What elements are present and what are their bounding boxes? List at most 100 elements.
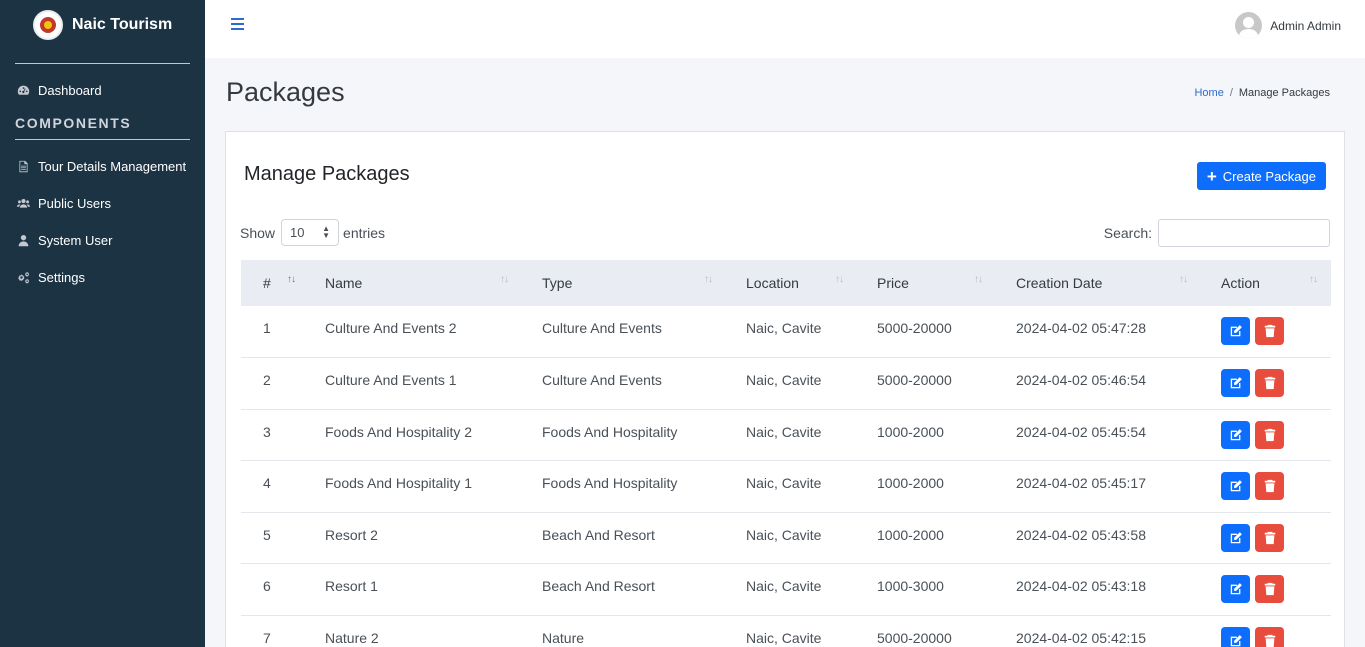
column-header-number[interactable]: # ↑↓	[241, 260, 305, 306]
trash-icon	[1263, 531, 1277, 545]
cell-location: Naic, Cavite	[726, 357, 857, 410]
edit-button[interactable]	[1221, 523, 1250, 552]
cell-type: Foods And Hospitality	[522, 409, 726, 461]
delete-button[interactable]	[1255, 317, 1284, 345]
cell-number: 1	[241, 306, 305, 358]
user-icon	[16, 234, 30, 248]
search-input[interactable]	[1158, 219, 1330, 247]
table-row: 3 Foods And Hospitality 2 Foods And Hospit…	[241, 409, 1331, 461]
edit-icon	[1229, 324, 1243, 338]
cell-action	[1201, 563, 1331, 616]
trash-icon	[1263, 634, 1277, 647]
entries-value: 10	[290, 225, 305, 240]
delete-button[interactable]	[1255, 472, 1284, 500]
cell-number: 7	[241, 615, 305, 647]
cell-location: Naic, Cavite	[726, 512, 857, 564]
cell-creation-date: 2024-04-02 05:43:18	[996, 563, 1201, 616]
table-header-row: # ↑↓ Name ↑↓ Type ↑↓ Location ↑↓ Price ↑↓ Cre…	[241, 260, 1331, 306]
sidebar-section-header: COMPONENTS	[15, 115, 132, 131]
create-package-label: Create Package	[1222, 168, 1316, 184]
sidebar-item-settings[interactable]: Settings	[0, 259, 205, 296]
column-header-location[interactable]: Location ↑↓	[726, 260, 857, 306]
cell-creation-date: 2024-04-02 05:43:58	[996, 512, 1201, 564]
entries-select[interactable]: 10 ▲ ▼	[281, 219, 340, 246]
delete-button[interactable]	[1255, 420, 1284, 449]
cell-action	[1201, 357, 1331, 410]
edit-button[interactable]	[1221, 369, 1250, 397]
brand[interactable]: Naic Tourism	[0, 0, 205, 50]
page-title: Packages	[226, 77, 345, 107]
sidebar-item-label: System User	[38, 233, 113, 248]
cell-number: 2	[241, 357, 305, 410]
cell-creation-date: 2024-04-02 05:45:54	[996, 409, 1201, 461]
edit-icon	[1229, 634, 1243, 647]
sort-icon: ↑↓	[1309, 274, 1318, 285]
user-menu[interactable]: Admin Admin	[1235, 12, 1341, 39]
sort-icon: ↑↓	[835, 274, 844, 285]
cell-creation-date: 2024-04-02 05:45:17	[996, 460, 1201, 513]
sidebar-item-public-users[interactable]: Public Users	[0, 185, 205, 222]
create-package-button[interactable]: + Create Package	[1196, 162, 1326, 190]
sort-icon: ↑↓	[500, 274, 509, 285]
cell-type: Culture And Events	[522, 306, 726, 358]
gears-icon	[16, 271, 30, 285]
entries-label: entries	[343, 224, 386, 241]
cell-type: Beach And Resort	[522, 563, 726, 616]
cell-action	[1201, 512, 1331, 564]
edit-icon	[1229, 531, 1243, 545]
cell-name: Foods And Hospitality 2	[305, 409, 522, 461]
cell-creation-date: 2024-04-02 05:42:15	[996, 615, 1201, 647]
cell-name: Culture And Events 2	[305, 306, 522, 358]
column-header-price[interactable]: Price ↑↓	[857, 260, 996, 306]
cell-name: Foods And Hospitality 1	[305, 460, 522, 513]
plus-icon: +	[1206, 166, 1217, 186]
sidebar-item-tour-details[interactable]: Tour Details Management	[0, 148, 205, 185]
file-icon	[16, 160, 30, 174]
cell-location: Naic, Cavite	[726, 563, 857, 616]
edit-button[interactable]	[1221, 575, 1250, 603]
column-header-type[interactable]: Type ↑↓	[522, 260, 726, 306]
trash-icon	[1263, 324, 1277, 338]
sidebar-item-label: Tour Details Management	[38, 159, 187, 174]
cell-number: 4	[241, 460, 305, 513]
cell-number: 6	[241, 563, 305, 616]
edit-button[interactable]	[1221, 472, 1250, 500]
table-row: 2 Culture And Events 1 Culture And Events N…	[241, 357, 1331, 410]
delete-button[interactable]	[1255, 626, 1284, 647]
edit-button[interactable]	[1221, 420, 1250, 449]
edit-button[interactable]	[1221, 626, 1250, 647]
delete-button[interactable]	[1255, 523, 1284, 552]
column-header-name[interactable]: Name ↑↓	[305, 260, 522, 306]
breadcrumb: Home / Manage Packages	[1194, 87, 1330, 99]
cell-action	[1201, 460, 1331, 513]
cell-type: Culture And Events	[522, 357, 726, 410]
cell-action	[1201, 615, 1331, 647]
delete-button[interactable]	[1255, 369, 1284, 397]
sidebar-item-label: Public Users	[38, 196, 111, 211]
column-header-action[interactable]: Action ↑↓	[1201, 260, 1331, 306]
cell-price: 5000-20000	[857, 615, 996, 647]
cell-creation-date: 2024-04-02 05:47:28	[996, 306, 1201, 358]
table-search: Search:	[1104, 219, 1330, 247]
edit-button[interactable]	[1221, 317, 1250, 345]
sort-asc-icon: ↑↓	[287, 274, 296, 285]
edit-icon	[1229, 582, 1243, 596]
tachometer-icon	[16, 84, 30, 98]
delete-button[interactable]	[1255, 575, 1284, 603]
brand-name: Naic Tourism	[72, 16, 173, 33]
column-header-creation-date[interactable]: Creation Date ↑↓	[996, 260, 1201, 306]
breadcrumb-home-link[interactable]: Home	[1194, 87, 1223, 99]
sidebar-item-system-user[interactable]: System User	[0, 222, 205, 259]
sidebar-item-dashboard[interactable]: Dashboard	[0, 72, 205, 109]
card-title: Manage Packages	[244, 163, 410, 185]
trash-icon	[1263, 582, 1277, 596]
user-name: Admin Admin	[1270, 18, 1341, 33]
cell-location: Naic, Cavite	[726, 460, 857, 513]
topbar: Admin Admin	[205, 0, 1365, 58]
cell-type: Beach And Resort	[522, 512, 726, 564]
breadcrumb-current: Manage Packages	[1238, 87, 1330, 99]
cell-location: Naic, Cavite	[726, 615, 857, 647]
hamburger-menu-icon[interactable]	[231, 18, 244, 30]
table-row: 5 Resort 2 Beach And Resort Naic, Cavite 100…	[241, 512, 1331, 564]
seal-logo-icon	[33, 10, 63, 40]
